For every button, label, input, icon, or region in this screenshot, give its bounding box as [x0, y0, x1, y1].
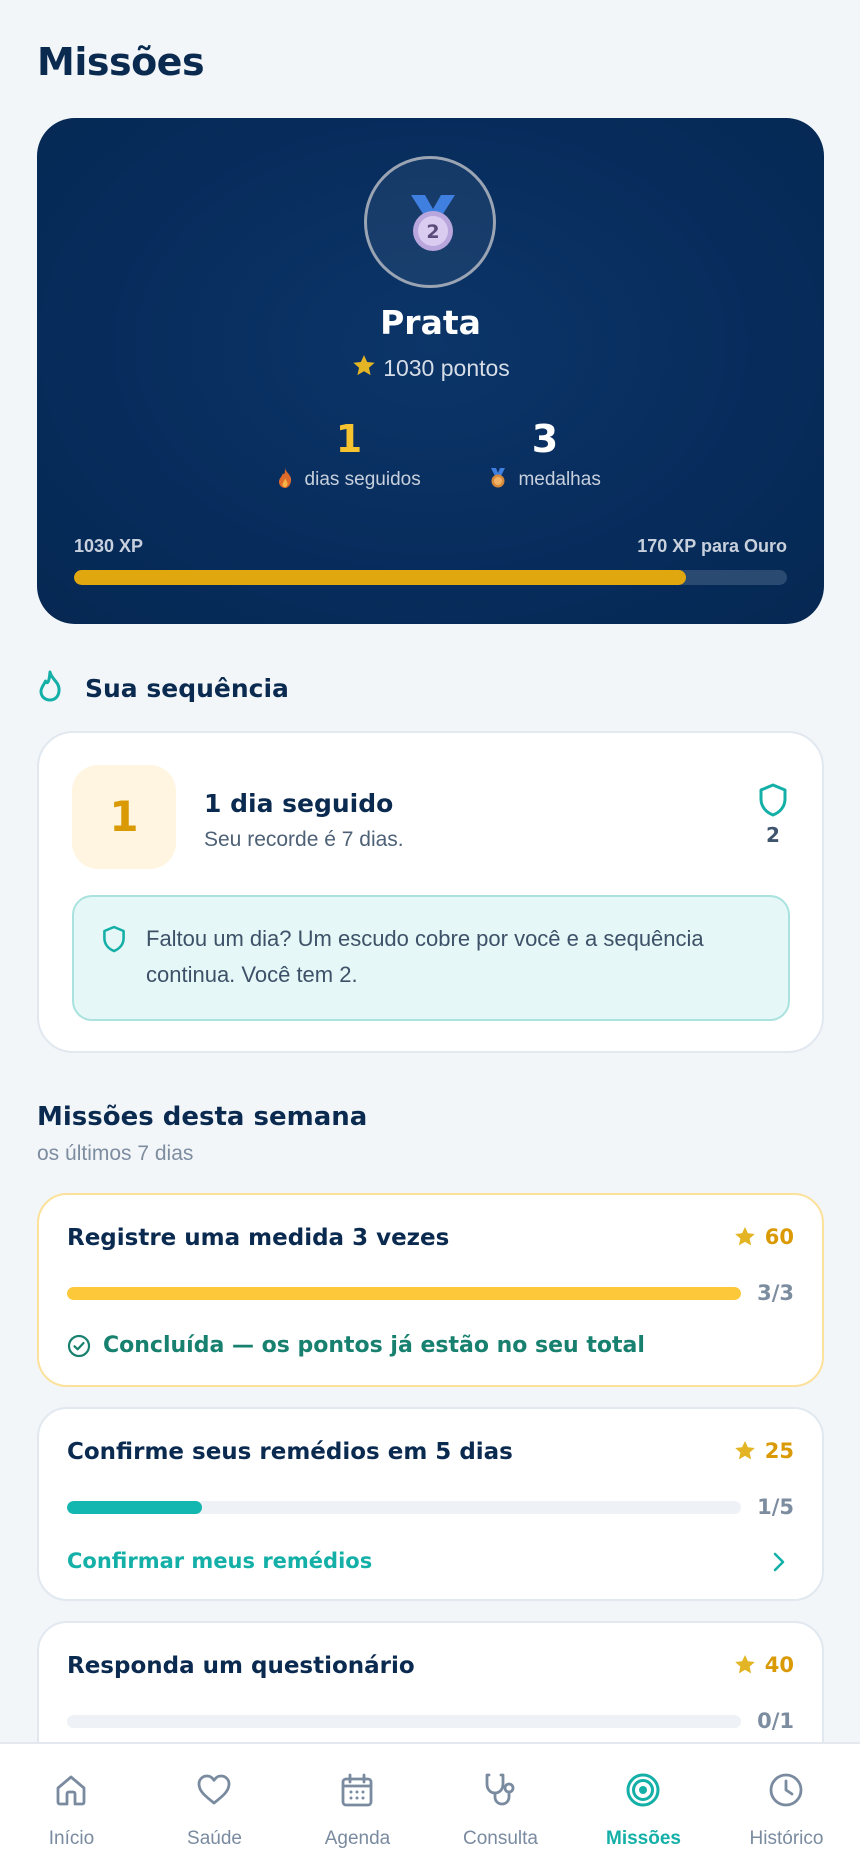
weekly-missions-subtitle: os últimos 7 dias: [37, 1142, 194, 1165]
medal-icon: 2: [411, 195, 455, 251]
confirm-medications-link[interactable]: Confirmar meus remédios: [67, 1549, 372, 1573]
streak-record: Seu recorde é 7 dias.: [204, 828, 404, 851]
tab-label: Início: [48, 1828, 95, 1849]
xp-progress-fill: [74, 570, 686, 585]
weekly-missions-title: Missões desta semana: [37, 1102, 368, 1132]
target-icon: [626, 1773, 660, 1807]
shields-indicator[interactable]: 2: [756, 783, 790, 847]
star-icon: [351, 353, 377, 385]
tab-inicio[interactable]: Início: [0, 1744, 143, 1864]
calendar-icon: [341, 1773, 373, 1807]
shields-count: 2: [766, 823, 780, 847]
mission-points-value: 25: [764, 1439, 794, 1463]
points-total: 1030 pontos: [37, 353, 824, 385]
mission-card: Registre uma medida 3 vezes 60 3/3 Concl…: [37, 1193, 824, 1387]
mission-progress-count: 3/3: [757, 1281, 794, 1305]
mission-progress-bar: [67, 1287, 741, 1300]
check-circle-icon: [67, 1334, 91, 1357]
mission-progress-bar: [67, 1715, 741, 1728]
tab-consulta[interactable]: Consulta: [429, 1744, 572, 1864]
tab-label: Missões: [606, 1828, 681, 1849]
tab-label: Consulta: [463, 1828, 538, 1849]
page-title: Missões: [37, 40, 205, 84]
tab-agenda[interactable]: Agenda: [286, 1744, 429, 1864]
tab-historico[interactable]: Histórico: [715, 1744, 858, 1864]
streak-stat-value: 1: [335, 417, 363, 461]
tier-medal: 2: [364, 156, 496, 288]
medals-stat-value: 3: [531, 417, 559, 461]
streak-days-box: 1: [72, 765, 176, 869]
chevron-right-icon[interactable]: [772, 1551, 786, 1573]
bottom-tab-bar: Início Saúde Agenda Consulta Missões His…: [0, 1742, 860, 1864]
streak-stat-label: dias seguidos: [304, 469, 421, 490]
xp-progress-bar: [74, 570, 787, 585]
shield-icon: [758, 783, 788, 821]
tab-label: Agenda: [324, 1828, 391, 1849]
tab-label: Saúde: [187, 1828, 242, 1849]
streak-stat: 1 dias seguidos: [269, 420, 429, 491]
mission-progress-count: 0/1: [757, 1709, 794, 1733]
streak-card: 1 1 dia seguido Seu recorde é 7 dias. 2 …: [37, 731, 824, 1053]
streak-section-title: Sua sequência: [85, 673, 289, 703]
shield-info-box: Faltou um dia? Um escudo cobre por você …: [72, 895, 790, 1021]
mission-progress-bar: [67, 1501, 741, 1514]
tier-summary-card: 2 Prata 1030 pontos 1 dias seguidos 3 me…: [37, 118, 824, 624]
mission-progress-count: 1/5: [757, 1495, 794, 1519]
tier-name: Prata: [380, 303, 481, 342]
tab-saude[interactable]: Saúde: [143, 1744, 286, 1864]
star-icon: [734, 1441, 755, 1460]
points-text: 1030 pontos: [383, 355, 510, 381]
mission-title: Responda um questionário: [67, 1653, 415, 1679]
mission-completed-status: Concluída — os pontos já estão no seu to…: [67, 1333, 645, 1358]
mission-status-text: Concluída — os pontos já estão no seu to…: [103, 1333, 645, 1358]
mission-progress-fill: [67, 1287, 741, 1300]
star-icon: [734, 1655, 755, 1674]
home-icon: [56, 1775, 86, 1806]
shield-info-icon: [103, 925, 125, 953]
flame-outline-icon: [37, 670, 63, 706]
mission-points-value: 60: [764, 1225, 794, 1249]
medals-stat-label: medalhas: [518, 469, 601, 490]
mission-title: Confirme seus remédios em 5 dias: [67, 1439, 513, 1465]
shield-info-text: Faltou um dia? Um escudo cobre por você …: [146, 926, 704, 987]
flame-icon: [277, 468, 304, 490]
medals-stat: 3 medalhas: [465, 420, 625, 491]
streak-section-header: Sua sequência: [37, 670, 289, 706]
mission-title: Registre uma medida 3 vezes: [67, 1225, 450, 1251]
heart-icon: [197, 1774, 231, 1805]
tab-missoes[interactable]: Missões: [572, 1744, 715, 1864]
star-icon: [734, 1227, 755, 1246]
xp-current: 1030 XP: [74, 536, 144, 556]
mission-card: Confirme seus remédios em 5 dias 25 1/5 …: [37, 1407, 824, 1601]
small-medal-icon: [489, 468, 518, 490]
medal-number: 2: [426, 221, 439, 243]
clock-icon: [769, 1773, 803, 1807]
mission-points: 40: [733, 1653, 794, 1677]
mission-points-value: 40: [764, 1653, 794, 1677]
mission-points: 25: [733, 1439, 794, 1463]
mission-progress-fill: [67, 1501, 202, 1514]
xp-remaining: 170 XP para Ouro: [637, 536, 787, 556]
mission-points: 60: [733, 1225, 794, 1249]
tab-label: Histórico: [749, 1828, 824, 1849]
stethoscope-icon: [485, 1773, 515, 1806]
streak-title: 1 dia seguido: [204, 789, 394, 818]
